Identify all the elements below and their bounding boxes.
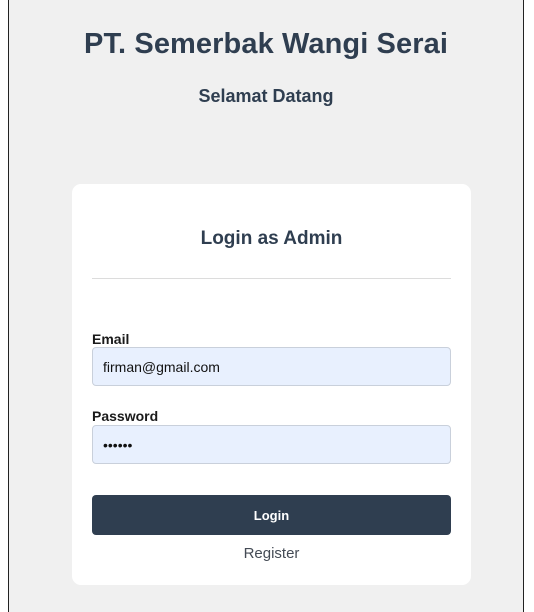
welcome-text: Selamat Datang [198,86,334,106]
password-label: Password [92,408,159,424]
email-label: Email [92,331,130,347]
login-title: Login as Admin [200,228,343,249]
company-title: PT. Semerbak Wangi Serai [84,28,448,60]
page-frame: PT. Semerbak Wangi Serai Selamat Datang … [8,0,524,612]
email-field[interactable] [92,347,451,386]
title-divider [92,278,451,279]
login-button[interactable]: Login [92,495,451,535]
password-field[interactable] [92,425,451,464]
register-link[interactable]: Register [72,545,471,562]
login-card: Login as Admin Email Password Login Regi… [72,184,471,585]
